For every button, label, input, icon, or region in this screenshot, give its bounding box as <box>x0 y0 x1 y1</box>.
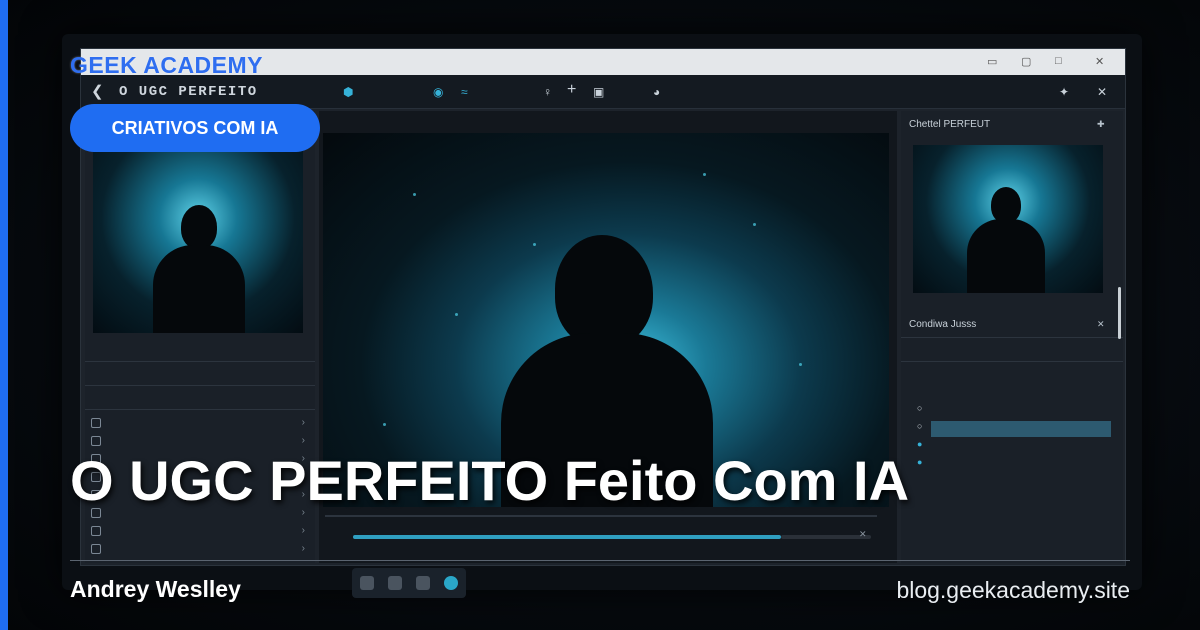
radio-option[interactable]: ● <box>917 439 922 449</box>
radio-option[interactable]: ● <box>917 457 922 467</box>
toolbar-title: O UGC PERFEITO <box>119 84 258 100</box>
accent-bar <box>0 0 8 630</box>
close-icon[interactable]: ✕ <box>1095 55 1104 68</box>
wave-icon[interactable]: ≈ <box>461 85 468 99</box>
taskbar-app-icon[interactable] <box>388 576 402 590</box>
footer-divider <box>70 560 1130 561</box>
scrollbar[interactable] <box>1118 287 1121 339</box>
square-icon[interactable]: ▣ <box>593 85 604 99</box>
restore-icon[interactable]: ▢ <box>1021 55 1031 68</box>
category-badge: CRIATIVOS COM IA <box>70 104 320 152</box>
list-item[interactable]: › <box>85 415 315 433</box>
pin-icon[interactable]: ✦ <box>1059 85 1069 99</box>
taskbar-app-icon[interactable] <box>360 576 374 590</box>
author-name: Andrey Weslley <box>70 576 241 602</box>
list-item[interactable]: › <box>85 541 315 559</box>
right-section-title: Condiwa Jusss <box>909 319 977 330</box>
thumbnail-canvas: ▭ ▢ □ ✕ ❮ O UGC PERFEITO ⬢ ◉ ≈ ♀ + ▣ ◕ ✦… <box>0 0 1200 630</box>
maximize-icon[interactable]: □ <box>1055 55 1062 67</box>
right-preview-thumbnail[interactable] <box>913 145 1103 293</box>
taskbar-app-icon[interactable] <box>416 576 430 590</box>
close-panel-icon[interactable]: ✕ <box>1097 85 1107 99</box>
brand-logo: GEEK ACADEMY <box>70 52 263 78</box>
radio-option[interactable]: ○ <box>917 421 922 431</box>
list-item[interactable]: › <box>85 523 315 541</box>
back-icon[interactable]: ❮ <box>91 82 104 100</box>
person-silhouette <box>555 235 653 347</box>
selected-option[interactable] <box>931 421 1111 437</box>
bulb-icon[interactable]: ♀ <box>543 85 552 99</box>
right-panel-title: Chettel PERFEUT <box>909 119 991 130</box>
add-icon[interactable]: ✚ <box>1097 119 1105 130</box>
taskbar <box>352 568 466 598</box>
taskbar-app-icon[interactable] <box>444 576 458 590</box>
site-url: blog.geekacademy.site <box>896 577 1130 603</box>
headline: O UGC PERFEITO Feito Com IA <box>70 449 910 512</box>
right-panel: Chettel PERFEUT ✚ Condiwa Jusss ✕ ○ ○ ● … <box>901 111 1123 563</box>
add-icon[interactable]: + <box>567 81 576 99</box>
close-icon[interactable]: ✕ <box>1097 319 1105 330</box>
palette-icon[interactable]: ◉ <box>433 85 443 99</box>
radio-option[interactable]: ○ <box>917 403 922 413</box>
left-preview-thumbnail[interactable] <box>93 147 303 333</box>
camera-icon[interactable]: ◕ <box>653 85 660 99</box>
minimize-icon[interactable]: ▭ <box>987 55 997 68</box>
timeline-progress[interactable] <box>353 535 781 539</box>
tool-icon[interactable]: ⬢ <box>343 85 353 99</box>
timeline-close-icon[interactable]: ✕ <box>859 529 867 540</box>
